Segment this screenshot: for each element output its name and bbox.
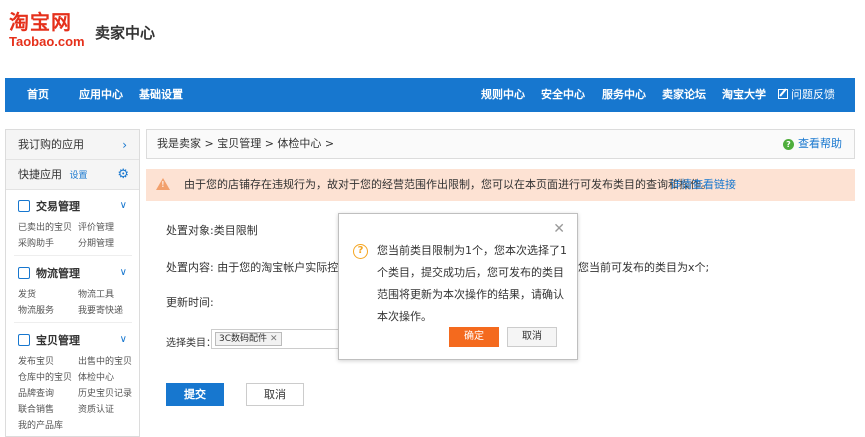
dialog-message: 您当前类目限制为1个，您本次选择了1个类目，提交成功后，您可发布的类目范围将更新… xyxy=(377,244,567,323)
link-on-sale[interactable]: 出售中的宝贝 xyxy=(78,354,132,367)
page-title: 卖家中心 xyxy=(95,24,156,42)
nav-security-center[interactable]: 安全中心 xyxy=(541,78,585,112)
nav-app-center[interactable]: 应用中心 xyxy=(79,78,123,112)
dialog-confirm-button[interactable]: 确定 xyxy=(449,327,499,347)
chevron-down-icon[interactable]: ∨ xyxy=(120,267,127,278)
link-send-express[interactable]: 我要寄快递 xyxy=(78,303,123,316)
cancel-button[interactable]: 取消 xyxy=(246,383,304,406)
category-tag[interactable]: 3C数码配件 ✕ xyxy=(215,332,282,346)
nav-basic-settings[interactable]: 基础设置 xyxy=(139,78,183,112)
category-tag-label: 3C数码配件 xyxy=(219,334,268,344)
nav-feedback[interactable]: 问题反馈 xyxy=(778,78,835,112)
chevron-down-icon[interactable]: ∨ xyxy=(120,334,127,345)
help-icon: ? xyxy=(783,139,794,150)
gear-icon[interactable]: ⚙ xyxy=(117,160,129,190)
help-label: 查看帮助 xyxy=(798,137,842,150)
link-qualification[interactable]: 资质认证 xyxy=(78,402,114,415)
divider xyxy=(14,255,132,256)
group-logistics-title[interactable]: 物流管理 xyxy=(18,267,80,281)
link-review-manage[interactable]: 评价管理 xyxy=(78,220,114,233)
link-item-history[interactable]: 历史宝贝记录 xyxy=(78,386,132,399)
link-ship[interactable]: 发货 xyxy=(18,287,36,300)
warning-banner: ! 由于您的店铺存在违规行为，故对于您的经营范围作出限制，您可以在本页面进行可发… xyxy=(146,169,855,201)
close-icon[interactable]: ✕ xyxy=(553,222,565,236)
link-installment[interactable]: 分期管理 xyxy=(78,236,114,249)
quick-apps-settings-link[interactable]: 设置 xyxy=(70,171,88,181)
dialog-cancel-button[interactable]: 取消 xyxy=(507,327,557,347)
logo-text-cn: 淘宝网 xyxy=(9,10,72,34)
nav-rules-center[interactable]: 规则中心 xyxy=(481,78,525,112)
link-logistics-tools[interactable]: 物流工具 xyxy=(78,287,114,300)
nav-taobao-university[interactable]: 淘宝大学 xyxy=(722,78,766,112)
breadcrumb-bar: 我是卖家 > 宝贝管理 > 体检中心 > ? 查看帮助 xyxy=(146,129,855,159)
link-warehouse[interactable]: 仓库中的宝贝 xyxy=(18,370,72,383)
nav-service-center[interactable]: 服务中心 xyxy=(602,78,646,112)
chevron-right-icon: › xyxy=(122,138,127,152)
taobao-logo[interactable]: 淘宝网 Taobao.com xyxy=(9,10,91,52)
truck-icon xyxy=(18,267,30,279)
group-logistics-label: 物流管理 xyxy=(36,267,80,280)
sidebar-my-apps-label: 我订购的应用 xyxy=(18,138,84,151)
item-icon xyxy=(18,334,30,346)
submit-button[interactable]: 提交 xyxy=(166,383,224,406)
group-items-label: 宝贝管理 xyxy=(36,334,80,347)
link-health-center[interactable]: 体检中心 xyxy=(78,370,114,383)
chevron-down-icon[interactable]: ∨ xyxy=(120,200,127,211)
disposal-content: 处置内容: 由于您的淘宝帐户实际控制人 xyxy=(166,261,361,274)
help-link[interactable]: ? 查看帮助 xyxy=(783,130,842,158)
sidebar-quick-apps: 快捷应用 设置 ⚙ xyxy=(6,160,139,190)
question-icon: ? xyxy=(353,244,368,259)
link-product-library[interactable]: 我的产品库 xyxy=(18,418,63,431)
warning-icon: ! xyxy=(156,178,170,190)
category-select[interactable]: 3C数码配件 ✕ xyxy=(211,329,339,349)
select-category-label: 选择类目： xyxy=(166,338,216,349)
group-trade-label: 交易管理 xyxy=(36,200,80,213)
link-joint-sales[interactable]: 联合销售 xyxy=(18,402,54,415)
trade-icon xyxy=(18,200,30,212)
top-nav-bar: 首页 应用中心 基础设置 规则中心 安全中心 服务中心 卖家论坛 淘宝大学 问题… xyxy=(5,78,855,112)
link-logistics-service[interactable]: 物流服务 xyxy=(18,303,54,316)
nav-feedback-label: 问题反馈 xyxy=(791,88,835,101)
nav-seller-forum[interactable]: 卖家论坛 xyxy=(662,78,706,112)
sidebar-my-apps[interactable]: 我订购的应用 › xyxy=(6,130,139,160)
group-items-title[interactable]: 宝贝管理 xyxy=(18,334,80,348)
link-sold-items[interactable]: 已卖出的宝贝 xyxy=(18,220,72,233)
close-icon[interactable]: ✕ xyxy=(270,334,278,344)
link-publish-item[interactable]: 发布宝贝 xyxy=(18,354,54,367)
warning-text: 由于您的店铺存在违规行为，故对于您的经营范围作出限制，您可以在本页面进行可发布类… xyxy=(184,178,712,191)
update-time-label: 更新时间: xyxy=(166,296,214,309)
disposal-content-tail: 您当前可发布的类目为x个; xyxy=(578,261,710,274)
confirm-dialog: ✕ ? 您当前类目限制为1个，您本次选择了1个类目，提交成功后，您可发布的类目范… xyxy=(338,213,578,360)
link-brand-query[interactable]: 品牌查询 xyxy=(18,386,54,399)
breadcrumb[interactable]: 我是卖家 > 宝贝管理 > 体检中心 > xyxy=(157,130,334,158)
warning-details-link[interactable]: 详情查看链接 xyxy=(670,169,736,201)
nav-home[interactable]: 首页 xyxy=(27,78,49,112)
divider xyxy=(14,322,132,323)
link-purchase-assistant[interactable]: 采购助手 xyxy=(18,236,54,249)
disposal-object: 处置对象:类目限制 xyxy=(166,224,258,237)
logo-text-en: Taobao.com xyxy=(9,34,85,49)
group-trade-title[interactable]: 交易管理 xyxy=(18,200,80,214)
edit-icon xyxy=(778,89,788,99)
sidebar-quick-apps-label: 快捷应用 xyxy=(18,168,62,181)
sidebar: 我订购的应用 › 快捷应用 设置 ⚙ 交易管理 ∨ 已卖出的宝贝 评价管理 采购… xyxy=(5,129,140,437)
